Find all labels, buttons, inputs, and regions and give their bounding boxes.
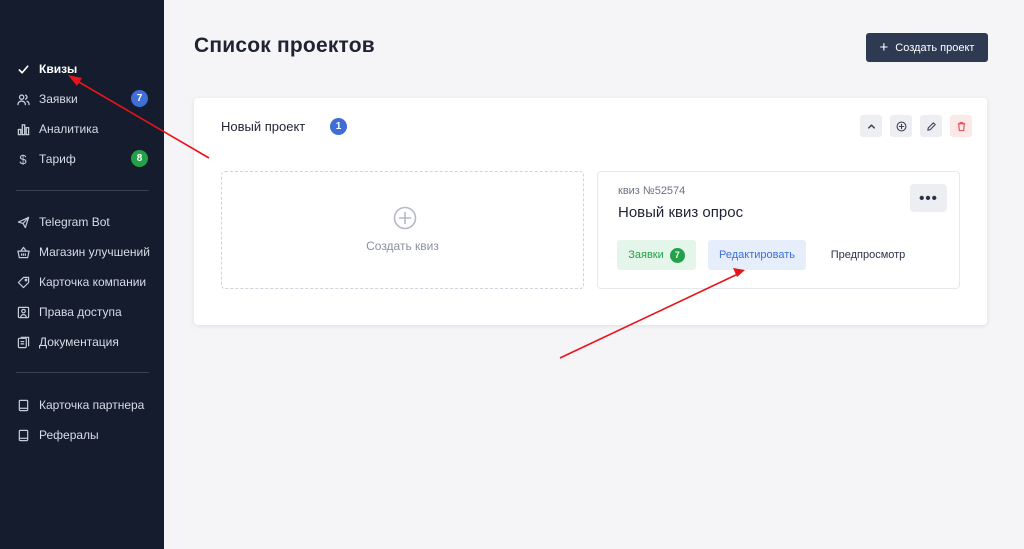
sidebar-item-documentation[interactable]: Документация bbox=[16, 332, 150, 352]
sidebar-item-tariff[interactable]: $ Тариф 8 bbox=[16, 149, 150, 169]
send-icon bbox=[16, 215, 30, 229]
sidebar-divider bbox=[16, 372, 149, 373]
sidebar-item-label: Telegram Bot bbox=[39, 215, 110, 229]
add-quiz-button[interactable] bbox=[890, 115, 912, 137]
plus-circle-icon bbox=[896, 121, 906, 131]
quiz-card: квиз №52574 Новый квиз опрос ••• Заявки … bbox=[597, 171, 960, 289]
tariff-badge: 8 bbox=[131, 150, 148, 167]
plus-circle-icon bbox=[393, 206, 417, 230]
sidebar-item-requests[interactable]: Заявки 7 bbox=[16, 89, 150, 109]
create-quiz-label: Создать квиз bbox=[366, 239, 439, 253]
project-count-badge: 1 bbox=[330, 118, 347, 135]
requests-count-badge: 7 bbox=[131, 90, 148, 107]
sidebar-item-access-rights[interactable]: Права доступа bbox=[16, 302, 150, 322]
basket-icon bbox=[16, 245, 30, 259]
quiz-requests-button[interactable]: Заявки 7 bbox=[617, 240, 696, 270]
sidebar-item-analytics[interactable]: Аналитика bbox=[16, 119, 150, 139]
collapse-button[interactable] bbox=[860, 115, 882, 137]
sidebar-item-label: Аналитика bbox=[39, 122, 99, 136]
quiz-number: квиз №52574 bbox=[618, 185, 686, 197]
quiz-requests-label: Заявки bbox=[628, 249, 664, 261]
book-icon bbox=[16, 398, 30, 412]
sidebar-item-partner-card[interactable]: Карточка партнера bbox=[16, 395, 150, 415]
check-icon bbox=[16, 62, 30, 76]
sidebar-item-referrals[interactable]: Рефералы bbox=[16, 425, 150, 445]
sidebar: Квизы Заявки 7 Аналитика $ Тариф 8 Teleg… bbox=[0, 0, 164, 549]
quiz-requests-badge: 7 bbox=[669, 247, 685, 263]
sidebar-item-telegram-bot[interactable]: Telegram Bot bbox=[16, 212, 150, 232]
preview-quiz-button[interactable]: Предпросмотр bbox=[820, 240, 916, 270]
sidebar-item-label: Рефералы bbox=[39, 428, 99, 442]
sidebar-item-label: Заявки bbox=[39, 92, 78, 106]
sidebar-item-quizzes[interactable]: Квизы bbox=[16, 59, 150, 79]
book-icon bbox=[16, 428, 30, 442]
sidebar-item-label: Права доступа bbox=[39, 305, 122, 319]
sidebar-divider bbox=[16, 190, 149, 191]
sidebar-item-label: Карточка партнера bbox=[39, 398, 145, 412]
more-options-button[interactable]: ••• bbox=[910, 184, 947, 212]
edit-quiz-button[interactable]: Редактировать bbox=[708, 240, 806, 270]
more-icon: ••• bbox=[919, 189, 938, 207]
document-icon bbox=[16, 335, 30, 349]
chevron-up-icon bbox=[867, 123, 875, 129]
bar-chart-icon bbox=[16, 122, 30, 136]
sidebar-item-label: Карточка компании bbox=[39, 275, 147, 289]
page-title: Список проектов bbox=[194, 34, 375, 57]
project-title: Новый проект bbox=[221, 119, 306, 134]
users-icon bbox=[16, 92, 30, 106]
tag-icon bbox=[16, 275, 30, 289]
dollar-icon: $ bbox=[19, 151, 27, 167]
quiz-title: Новый квиз опрос bbox=[618, 204, 744, 221]
sidebar-item-upgrades-shop[interactable]: Магазин улучшений bbox=[16, 242, 150, 262]
sidebar-item-company-card[interactable]: Карточка компании bbox=[16, 272, 150, 292]
create-project-label: Создать проект bbox=[895, 41, 975, 54]
create-quiz-card[interactable]: Создать квиз bbox=[221, 171, 584, 289]
delete-project-button[interactable] bbox=[950, 115, 972, 137]
create-project-button[interactable]: + Создать проект bbox=[866, 33, 988, 62]
trash-icon bbox=[957, 121, 965, 131]
sidebar-item-label: Документация bbox=[39, 335, 119, 349]
sidebar-item-label: Магазин улучшений bbox=[39, 245, 150, 259]
sidebar-item-label: Квизы bbox=[39, 62, 78, 76]
sidebar-item-label: Тариф bbox=[39, 152, 76, 166]
user-square-icon bbox=[16, 305, 30, 319]
pencil-icon bbox=[926, 121, 936, 131]
edit-project-button[interactable] bbox=[920, 115, 942, 137]
plus-icon: + bbox=[879, 39, 889, 56]
